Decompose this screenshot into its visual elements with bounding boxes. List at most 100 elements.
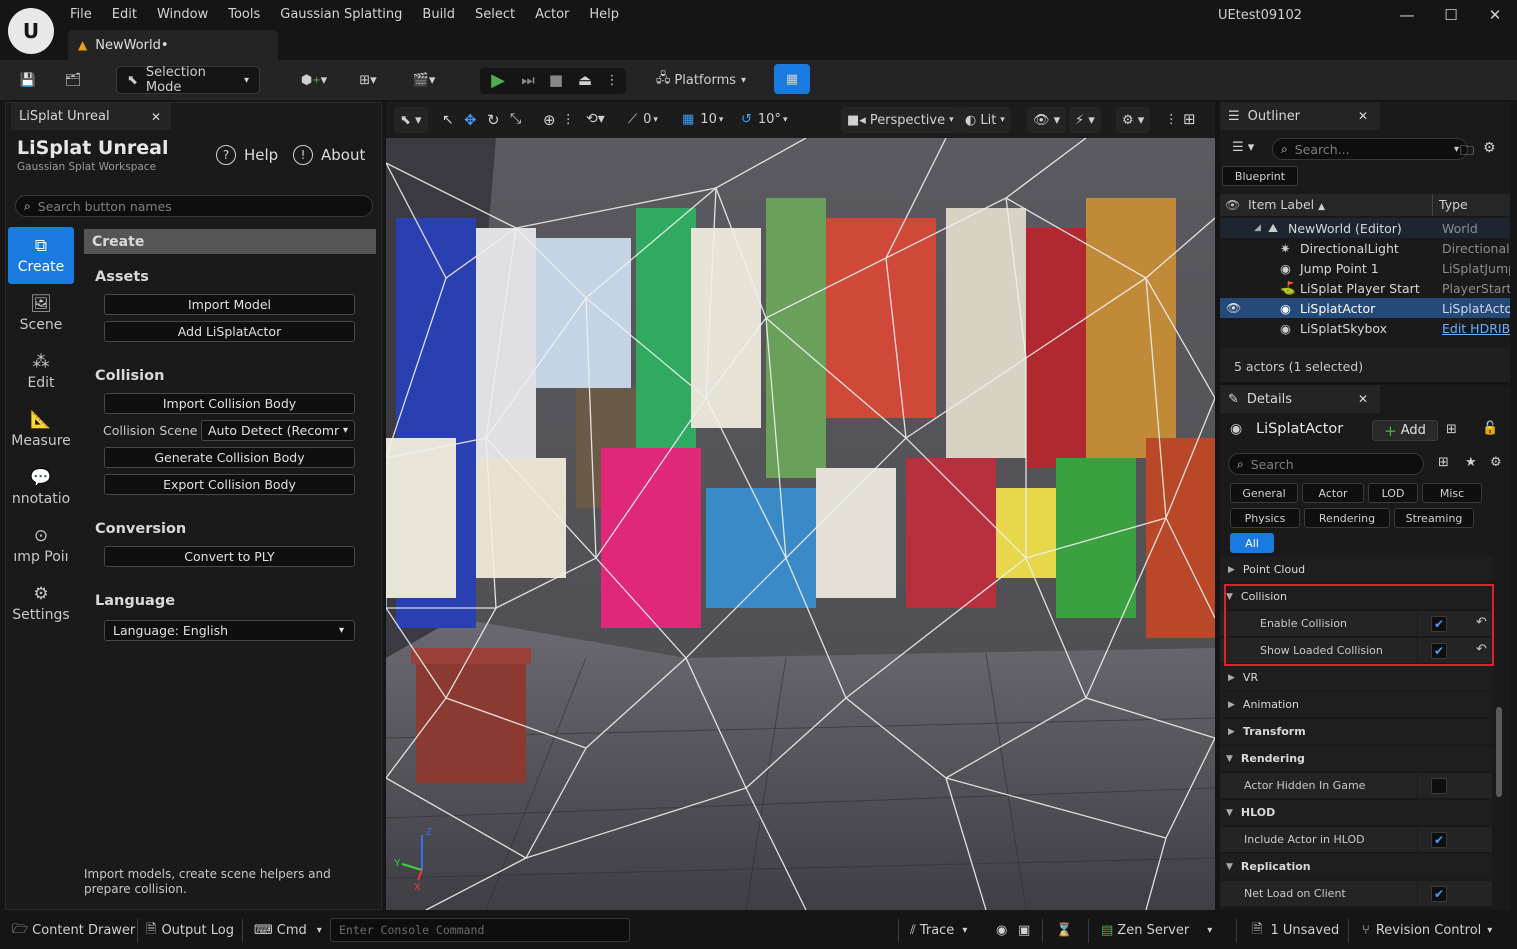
zen-server-dropdown[interactable]: ▤ Zen Server ▾ xyxy=(1101,912,1212,949)
filter-rendering[interactable]: Rendering xyxy=(1304,508,1390,528)
actor-hidden-in-game-checkbox[interactable] xyxy=(1431,778,1447,794)
unsaved-button[interactable]: 🗎 1 Unsaved xyxy=(1252,912,1339,949)
menu-help[interactable]: Help xyxy=(579,0,629,30)
language-dropdown[interactable]: Language: English ▾ xyxy=(104,620,355,641)
category-transform[interactable]: ▶ Transform xyxy=(1220,719,1492,745)
scalability-icon[interactable]: ⚡ ▾ xyxy=(1069,107,1101,133)
category-animation[interactable]: ▶ Animation xyxy=(1220,692,1492,718)
sidebar-item-create[interactable]: ⧉ Create xyxy=(8,227,74,284)
viewport-options-icon[interactable]: ⋮ xyxy=(1165,111,1178,126)
revision-control-dropdown[interactable]: ⑂ Revision Control ▾ xyxy=(1362,912,1492,949)
net-load-on-client-checkbox[interactable]: ✔ xyxy=(1431,886,1447,902)
scale-tool-icon[interactable]: ⤡ xyxy=(510,111,521,127)
play-options-icon[interactable]: ⋮ xyxy=(604,66,620,94)
add-component-button[interactable]: + Add xyxy=(1372,420,1438,441)
blueprint-icon[interactable]: ⊞▾ xyxy=(350,66,386,94)
eject-icon[interactable]: ⏏ xyxy=(572,66,598,94)
close-tab-icon[interactable]: ✕ xyxy=(151,110,161,124)
add-actor-icon[interactable]: ⬢ + ▾ xyxy=(296,66,332,94)
lit-dropdown[interactable]: ◐ Lit ▾ xyxy=(959,107,1011,133)
surface-snapping-icon[interactable]: ⟲▾ xyxy=(586,111,605,127)
menu-select[interactable]: Select xyxy=(465,0,525,30)
transform-options-icon[interactable]: ⋮ xyxy=(562,111,575,126)
outliner-row-lisplatactor[interactable]: 👁 ◉ LiSplatActor LiSplatActor xyxy=(1220,298,1510,318)
play-icon[interactable]: ▶ xyxy=(486,66,510,94)
record-icon[interactable]: ◉ xyxy=(996,912,1007,949)
translate-snap-toggle[interactable]: ⟋ 0 ▾ xyxy=(628,112,658,127)
stop-icon[interactable]: ■ xyxy=(544,66,568,94)
save-icon[interactable]: 💾 xyxy=(16,66,40,94)
table-view-icon[interactable]: ⊞ xyxy=(1438,455,1449,470)
sidebar-item-settings[interactable]: ⚙ Settings xyxy=(8,575,74,632)
details-settings-icon[interactable]: ⚙ xyxy=(1490,455,1502,470)
import-collision-body-button[interactable]: Import Collision Body xyxy=(104,393,355,414)
sidebar-item-jump-point[interactable]: ⊙ ımp Poiı xyxy=(8,517,74,574)
close-tab-icon[interactable]: ✕ xyxy=(1358,109,1368,123)
viewport-settings-icon[interactable]: ⚙ ▾ xyxy=(1116,107,1151,133)
platforms-button[interactable]: 🖧 Platforms ▾ xyxy=(646,66,756,94)
close-tab-icon[interactable]: ✕ xyxy=(1358,392,1368,406)
filter-all[interactable]: All xyxy=(1230,533,1274,553)
sidebar-item-scene[interactable]: 🖼 Scene xyxy=(8,285,74,342)
category-rendering[interactable]: ▼ Rendering xyxy=(1220,746,1492,772)
generate-collision-body-button[interactable]: Generate Collision Body xyxy=(104,447,355,468)
filter-physics[interactable]: Physics xyxy=(1230,508,1300,528)
add-lisplatactor-button[interactable]: Add LiSplatActor xyxy=(104,321,355,342)
export-collision-body-button[interactable]: Export Collision Body xyxy=(104,474,355,495)
menu-window[interactable]: Window xyxy=(147,0,218,30)
category-replication[interactable]: ▼ Replication xyxy=(1220,854,1492,880)
sidebar-item-edit[interactable]: ⁂ Edit xyxy=(8,343,74,400)
rotation-snap-toggle[interactable]: ↺ 10° ▾ xyxy=(741,112,787,127)
console-command-input[interactable]: Enter Console Command xyxy=(330,918,630,942)
filter-streaming[interactable]: Streaming xyxy=(1394,508,1474,528)
cmd-dropdown[interactable]: ⌨ Cmd ▾ xyxy=(254,912,322,949)
outliner-row-skybox[interactable]: ◉ LiSplatSkybox Edit HDRIBa xyxy=(1220,318,1510,338)
grid-snap-toggle[interactable]: ▦ 10 ▾ xyxy=(682,112,723,127)
content-drawer-button[interactable]: 🗁 Content Drawer xyxy=(12,912,135,949)
convert-to-ply-button[interactable]: Convert to PLY xyxy=(104,546,355,567)
select-tool-icon[interactable]: ↖ xyxy=(442,112,454,128)
level-tab[interactable]: ▲ NewWorld• xyxy=(68,30,278,60)
outliner-row-newworld[interactable]: ◢ ⛰ NewWorld (Editor) World xyxy=(1220,218,1510,238)
viewport-scene[interactable]: Z Y X xyxy=(386,138,1215,910)
move-tool-icon[interactable]: ✥ xyxy=(464,111,477,129)
minimize-icon[interactable]: — xyxy=(1385,0,1429,30)
details-scrollbar[interactable] xyxy=(1496,707,1502,797)
button-search-input[interactable]: ⌕ Search button names xyxy=(15,195,373,217)
collision-scene-dropdown[interactable]: Auto Detect (Recomr ▾ xyxy=(201,420,355,441)
output-log-button[interactable]: 🗎 Output Log xyxy=(146,912,234,949)
screenshot-icon[interactable]: ▣ xyxy=(1018,912,1030,949)
outliner-row-player-start[interactable]: ⛳ LiSplat Player Start PlayerStart xyxy=(1220,278,1510,298)
outliner-row-directionallight[interactable]: ✷ DirectionalLight DirectionalL xyxy=(1220,238,1510,258)
trace-dropdown[interactable]: ⫽ Trace ▾ xyxy=(910,912,967,949)
outliner-row-jump-point[interactable]: ◉ Jump Point 1 LiSplatJump xyxy=(1220,258,1510,278)
filter-misc[interactable]: Misc xyxy=(1422,483,1482,503)
blueprint-filter-button[interactable]: Blueprint xyxy=(1222,166,1298,186)
help-button[interactable]: ? Help xyxy=(216,145,278,165)
edit-hdri-link[interactable]: Edit HDRIBa xyxy=(1442,321,1510,336)
filter-general[interactable]: General xyxy=(1230,483,1298,503)
category-hlod[interactable]: ▼ HLOD xyxy=(1220,800,1492,826)
type-column-header[interactable]: Type xyxy=(1439,197,1468,212)
filter-icon[interactable]: ☰ ▾ xyxy=(1232,140,1254,155)
outliner-search-input[interactable]: ⌕ Search... ▾ xyxy=(1272,138,1468,160)
cinematics-icon[interactable]: 🎬▾ xyxy=(406,66,442,94)
category-vr[interactable]: ▶ VR xyxy=(1220,665,1492,691)
world-space-icon[interactable]: ⊕ xyxy=(543,111,556,129)
lisplat-tab[interactable]: LiSplat Unreal ✕ xyxy=(11,103,171,130)
item-label-column-header[interactable]: Item Label ▲ xyxy=(1248,197,1325,212)
menu-gaussian-splatting[interactable]: Gaussian Splatting xyxy=(270,0,412,30)
outliner-settings-icon[interactable]: ⚙ xyxy=(1483,140,1496,156)
layout-icon[interactable]: ⊞ xyxy=(1183,110,1196,128)
import-model-button[interactable]: Import Model xyxy=(104,294,355,315)
lock-icon[interactable]: 🔓 xyxy=(1482,421,1498,436)
close-icon[interactable]: ✕ xyxy=(1473,0,1517,30)
advance-frame-icon[interactable]: ⏭ xyxy=(516,66,540,94)
unreal-logo-icon[interactable]: U xyxy=(8,8,54,54)
maximize-icon[interactable]: ☐ xyxy=(1429,0,1473,30)
details-tab[interactable]: ✎ Details ✕ xyxy=(1220,385,1380,413)
rotate-tool-icon[interactable]: ↻ xyxy=(487,111,500,129)
level-viewport[interactable]: ⬉ ▾ ↖ ✥ ↻ ⤡ ⊕ ⋮ ⟲▾ ⟋ 0 ▾ ▦ 10 ▾ ↺ 10° ▾ ■◂ … xyxy=(386,102,1215,910)
sidebar-item-measure[interactable]: 📐 Measure xyxy=(8,401,74,458)
category-point-cloud[interactable]: ▶ Point Cloud xyxy=(1220,557,1492,583)
